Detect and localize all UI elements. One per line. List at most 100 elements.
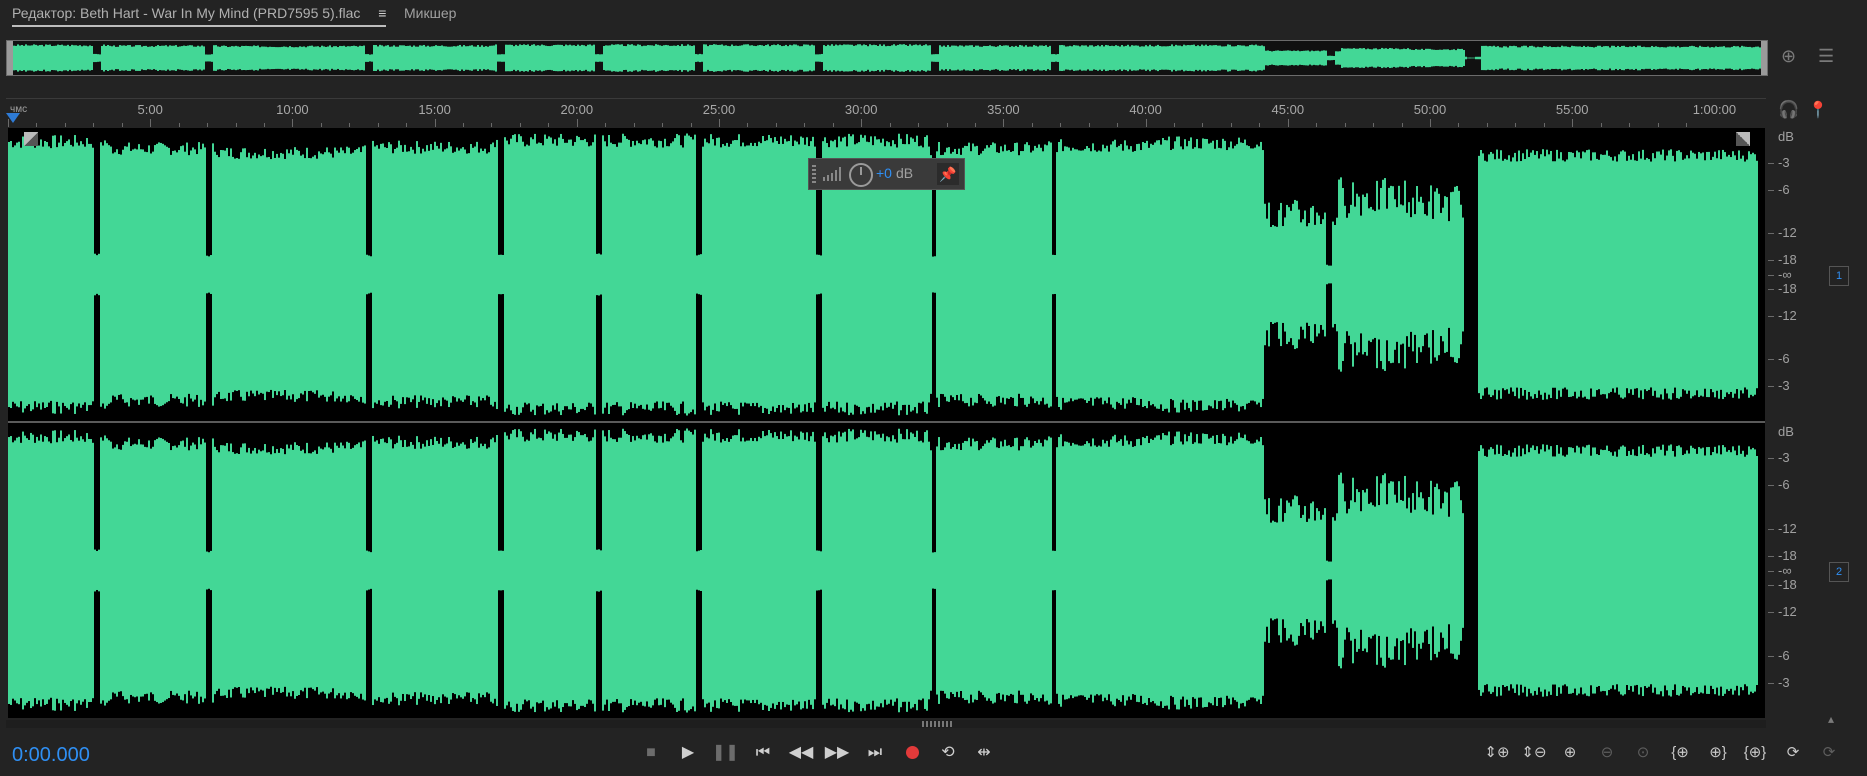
waveform-sample xyxy=(1344,501,1346,640)
zoom-reset-alt-button[interactable]: ⟳ xyxy=(1814,740,1844,766)
waveform-sample xyxy=(396,442,398,699)
overview-sample xyxy=(1397,48,1399,68)
overview-right-handle[interactable] xyxy=(1761,41,1767,75)
collapse-arrow-icon[interactable]: ▴ xyxy=(1828,712,1834,726)
overview-sample xyxy=(1053,54,1055,62)
overview-sample xyxy=(673,45,675,71)
channel-divider xyxy=(8,421,1765,423)
skip-selection-button[interactable]: ⇹ xyxy=(971,740,997,766)
waveform-sample xyxy=(1388,187,1390,362)
overview-sample xyxy=(1497,46,1499,70)
waveform-sample xyxy=(156,143,158,406)
channel-1-badge[interactable]: 1 xyxy=(1829,266,1849,286)
waveform-sample xyxy=(458,445,460,696)
waveform-sample xyxy=(538,437,540,704)
record-button[interactable] xyxy=(899,740,925,766)
overview-left-handle[interactable] xyxy=(7,41,13,75)
channel-2-badge[interactable]: 2 xyxy=(1829,562,1849,582)
waveform-sample xyxy=(1442,503,1444,638)
zoom-out-full-button[interactable]: ⊙ xyxy=(1628,740,1658,766)
skip-forward-button[interactable]: ⏭ xyxy=(862,740,888,766)
overview-sample xyxy=(1489,45,1491,71)
overview-sample xyxy=(1301,51,1303,65)
overview-sample xyxy=(649,45,651,71)
overview-sample xyxy=(869,44,871,72)
skip-back-icon: ⏮ xyxy=(755,744,771,761)
waveform-sample xyxy=(1578,447,1580,694)
waveform-sample xyxy=(194,149,196,400)
zoom-reset-button[interactable]: ⟳ xyxy=(1778,740,1808,766)
waveform-sample xyxy=(1308,518,1310,623)
overview-sample xyxy=(1469,57,1471,59)
play-button[interactable]: ▶ xyxy=(675,740,701,766)
amplitude-hud[interactable]: +0 dB 📌 xyxy=(808,158,965,190)
skip-back-button[interactable]: ⏮ xyxy=(750,740,776,766)
horizontal-scrollbar[interactable] xyxy=(6,720,1766,728)
overview-sample xyxy=(1659,47,1661,69)
zoom-in-time-button[interactable]: ⊕ xyxy=(1555,740,1585,766)
waveform-sample xyxy=(206,255,208,294)
waveform-sample xyxy=(1302,514,1304,627)
waveform-sample xyxy=(158,437,160,704)
rewind-button[interactable]: ◀◀ xyxy=(788,740,814,766)
overview-sample xyxy=(849,44,851,72)
waveform-sample xyxy=(356,444,358,697)
pin-marker-icon[interactable]: 📍 xyxy=(1808,100,1828,120)
time-ruler[interactable]: чмс 5:00 10:00 15:00 20:00 25:00 30:00 35:00 40… xyxy=(6,98,1766,127)
overview-sample xyxy=(675,45,677,71)
waveform-sample xyxy=(1352,477,1354,664)
overview-sample xyxy=(1457,48,1459,68)
waveform-sample xyxy=(328,152,330,397)
current-time[interactable]: 0:00.000 xyxy=(12,744,90,767)
zoom-selection-button[interactable]: {⊕} xyxy=(1740,740,1770,766)
overview-sample xyxy=(579,45,581,71)
stop-button[interactable]: ■ xyxy=(638,740,664,766)
waveform-sample xyxy=(456,147,458,402)
zoom-selection-icon[interactable]: ⊕ xyxy=(1781,46,1796,67)
zoom-in-out-point-button[interactable]: ⊕} xyxy=(1703,740,1733,766)
zoom-in-amplitude-button[interactable]: ⇕⊕ xyxy=(1482,740,1512,766)
zoom-out-time-button[interactable]: ⊖ xyxy=(1592,740,1622,766)
pause-button[interactable]: ❚❚ xyxy=(712,740,739,766)
zoom-out-amplitude-button[interactable]: ⇕⊖ xyxy=(1519,740,1549,766)
panel-list-icon[interactable]: ☰ xyxy=(1818,46,1834,67)
tab-editor[interactable]: Редактор: Beth Hart - War In My Mind (PR… xyxy=(12,5,387,27)
fade-in-handle[interactable] xyxy=(24,132,38,146)
amplitude-knob[interactable] xyxy=(849,163,873,187)
waveform-sample xyxy=(890,441,892,700)
waveform-sample xyxy=(454,446,456,695)
headphones-icon[interactable]: 🎧 xyxy=(1778,100,1799,120)
overview-navigator[interactable] xyxy=(6,40,1768,76)
waveform-sample xyxy=(1188,140,1190,409)
waveform-sample xyxy=(988,442,990,699)
waveform-sample xyxy=(248,447,250,694)
tab-mixer[interactable]: Микшер xyxy=(404,5,456,21)
overview-sample xyxy=(1171,44,1173,72)
amplitude-value[interactable]: +0 xyxy=(876,165,892,181)
waveform-sample xyxy=(340,147,342,402)
waveform-sample xyxy=(470,439,472,702)
waveform-sample xyxy=(1452,487,1454,654)
waveform-sample xyxy=(832,436,834,705)
overview-sample xyxy=(373,45,375,71)
fast-forward-button[interactable]: ▶▶ xyxy=(824,740,850,766)
scroll-grip[interactable] xyxy=(922,721,952,727)
tab-menu-icon[interactable]: ≡ xyxy=(378,5,386,21)
hud-grip[interactable] xyxy=(812,165,816,183)
overview-sample xyxy=(913,44,915,72)
waveform-sample xyxy=(112,448,114,693)
waveform-sample xyxy=(1678,445,1680,696)
overview-sample xyxy=(1065,46,1067,70)
waveform-editor[interactable] xyxy=(8,128,1765,718)
loop-button[interactable]: ⟲ xyxy=(935,740,961,766)
zoom-in-point-button[interactable]: {⊕ xyxy=(1665,740,1695,766)
pin-hud-button[interactable]: 📌 xyxy=(937,163,959,185)
waveform-sample xyxy=(794,140,796,409)
waveform-sample xyxy=(662,147,664,402)
overview-sample xyxy=(1001,45,1003,71)
waveform-sample xyxy=(1138,143,1140,406)
zoom-out-full-icon: ⊙ xyxy=(1636,744,1650,761)
fade-out-handle[interactable] xyxy=(1736,132,1750,146)
ruler-tick-mark xyxy=(8,119,9,127)
waveform-sample xyxy=(272,151,274,398)
